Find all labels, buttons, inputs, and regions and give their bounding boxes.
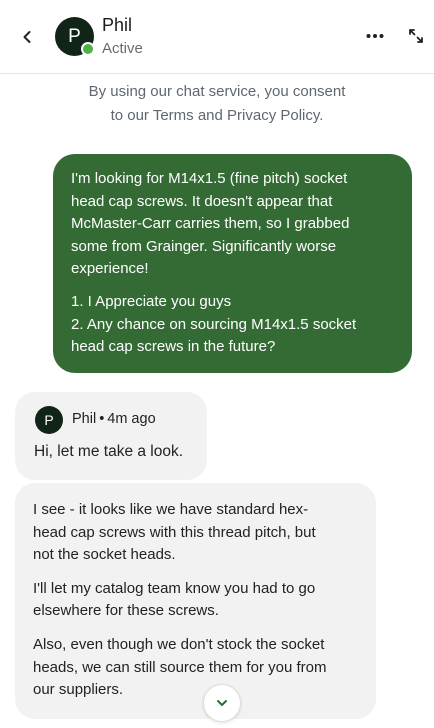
message-line: I'll let my catalog team know you had to… (33, 579, 316, 597)
agent-avatar-initial: P (44, 412, 54, 428)
consent-line-2: to our Terms and Privacy Policy. (40, 104, 394, 128)
consent-notice: By using our chat service, you consent t… (40, 80, 394, 128)
message-line: some from Grainger. Significantly worse (71, 237, 337, 255)
message-line: not the socket heads. (33, 546, 176, 564)
consent-line-2-prefix: to our (110, 107, 153, 124)
meta-separator: • (99, 411, 105, 427)
user-message-bubble: I'm looking for M14x1.5 (fine pitch) soc… (53, 154, 412, 373)
message-author: Phil (72, 411, 97, 427)
message-line: our suppliers. (33, 681, 124, 699)
agent-name: Phil (102, 15, 133, 35)
message-time: 4m ago (107, 411, 156, 427)
terms-privacy-link[interactable]: Terms and Privacy Policy (153, 107, 319, 124)
chat-window: P Phil Active By using our chat service,… (0, 0, 434, 728)
message-line: 1. I Appreciate you guys (71, 292, 232, 310)
agent-avatar-initial: P (68, 25, 81, 47)
message-line: I see - it looks like we have standard h… (33, 501, 309, 518)
chevron-down-icon (217, 700, 227, 706)
agent-status: Active (102, 40, 143, 57)
agent-message-paragraph-3: Also, even though we don't stock the soc… (33, 634, 358, 702)
expand-button[interactable] (404, 24, 428, 48)
agent-message-paragraph-1: I see - it looks like we have standard h… (33, 499, 358, 567)
message-line: McMaster-Carr carries them, so I grabbed (71, 215, 350, 233)
message-line: head cap screws in the future? (71, 338, 276, 356)
back-button[interactable] (14, 24, 40, 50)
agent-message-bubble: P Phil • 4m ago Hi, let me take a look. (15, 392, 207, 480)
agent-message-bubble: I see - it looks like we have standard h… (15, 483, 376, 719)
consent-line-2-suffix: . (319, 107, 324, 124)
user-message-paragraph-2: 1. I Appreciate you guys 2. Any chance o… (71, 291, 394, 359)
agent-avatar-small: P (35, 406, 63, 434)
chat-header: P Phil Active (0, 0, 434, 74)
message-line: head cap screws with this thread pitch, … (33, 523, 316, 541)
chevron-left-icon (23, 31, 31, 43)
message-line: experience! (71, 260, 149, 278)
message-meta: Phil • 4m ago (72, 411, 156, 427)
more-options-button[interactable] (362, 24, 388, 48)
message-line: Also, even though we don't stock the soc… (33, 635, 325, 653)
more-horizontal-icon (366, 34, 384, 38)
message-line: 2. Any chance on sourcing M14x1.5 socket (71, 315, 357, 333)
message-line: elsewhere for these screws. (33, 602, 219, 620)
online-status-dot (81, 42, 95, 56)
agent-message-text: Hi, let me take a look. (34, 443, 184, 460)
scroll-to-bottom-button[interactable] (203, 684, 241, 722)
agent-message-paragraph-2: I'll let my catalog team know you had to… (33, 578, 358, 623)
message-line: I'm looking for M14x1.5 (fine pitch) soc… (71, 170, 348, 187)
user-message-paragraph-1: I'm looking for M14x1.5 (fine pitch) soc… (71, 168, 394, 281)
message-line: heads, we can still source them for you … (33, 658, 327, 676)
expand-icon (409, 29, 423, 43)
consent-line-1: By using our chat service, you consent (88, 83, 346, 100)
message-line: head cap screws. It doesn't appear that (71, 192, 333, 210)
